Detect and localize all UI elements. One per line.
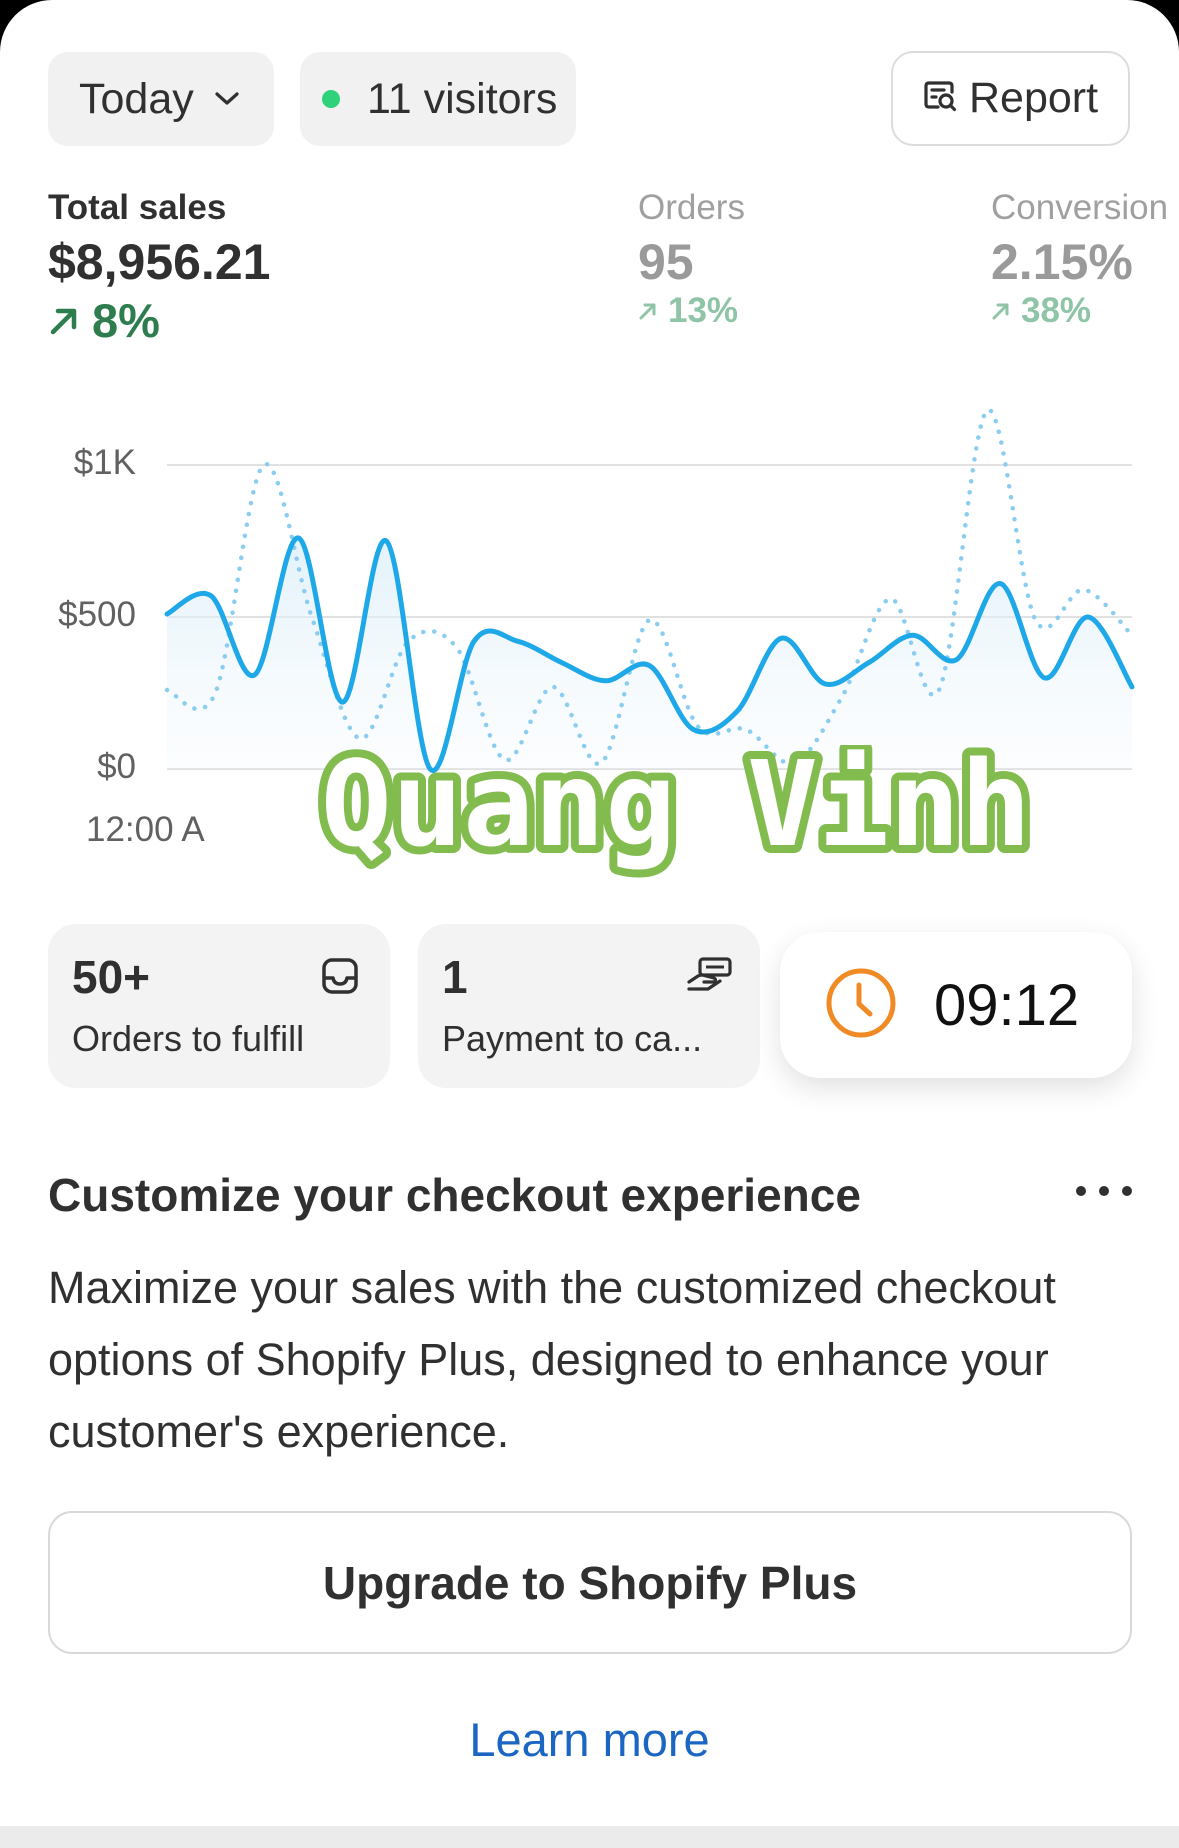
arrow-up-right-icon [991, 301, 1011, 321]
visitors-count: 11 visitors [367, 74, 558, 123]
total-sales-label[interactable]: Total sales [48, 188, 226, 228]
orders-change-value: 13% [668, 291, 739, 330]
promo-title: Customize your checkout experience [48, 1169, 861, 1221]
svg-text:Quang Vinh: Quang Vinh [321, 745, 1031, 873]
sales-line-chart[interactable] [0, 380, 1179, 800]
more-options-icon[interactable] [1076, 1176, 1132, 1206]
conversion-value: 2.15% [991, 234, 1133, 290]
orders-value: 95 [638, 234, 694, 290]
bottom-divider [0, 1826, 1179, 1848]
chevron-down-icon [214, 91, 240, 107]
timer-value: 09:12 [934, 972, 1080, 1038]
inbox-icon [320, 956, 360, 1001]
total-sales-change-value: 8% [92, 294, 160, 347]
conversion-change-value: 38% [1021, 291, 1092, 330]
conversion-label[interactable]: Conversion [991, 188, 1168, 228]
arrow-up-right-icon [48, 305, 80, 337]
live-visitors-badge[interactable]: 11 visitors [300, 52, 576, 146]
report-label: Report [969, 74, 1099, 122]
analytics-card: Today 11 visitors Report Total sales $8,… [0, 0, 1179, 1826]
learn-more-link[interactable]: Learn more [0, 1712, 1179, 1767]
live-status-dot [322, 90, 340, 108]
orders-to-fulfill-tile[interactable]: 50+ Orders to fulfill [48, 924, 390, 1088]
watermark-logo: Quang Vinh [313, 745, 1039, 881]
date-filter-label: Today [79, 74, 194, 123]
arrow-up-right-icon [638, 301, 658, 321]
tile-label: Payment to ca... [442, 1018, 703, 1059]
date-filter-dropdown[interactable]: Today [48, 52, 274, 146]
total-sales-value: $8,956.21 [48, 234, 271, 290]
timer-widget: 09:12 [780, 932, 1132, 1078]
payment-to-capture-tile[interactable]: 1 Payment to ca... [418, 924, 760, 1088]
clock-icon [824, 966, 898, 1045]
orders-change: 13% [638, 291, 738, 331]
tile-label: Orders to fulfill [72, 1018, 305, 1059]
report-button[interactable]: Report [891, 51, 1130, 146]
total-sales-change: 8% [48, 293, 160, 348]
upgrade-button[interactable]: Upgrade to Shopify Plus [48, 1511, 1132, 1654]
promo-body: Maximize your sales with the customized … [48, 1262, 1056, 1457]
learn-more-label: Learn more [469, 1713, 710, 1766]
cash-hand-icon [686, 956, 734, 997]
report-icon [923, 74, 969, 123]
orders-label[interactable]: Orders [638, 188, 745, 228]
conversion-change: 38% [991, 291, 1091, 331]
